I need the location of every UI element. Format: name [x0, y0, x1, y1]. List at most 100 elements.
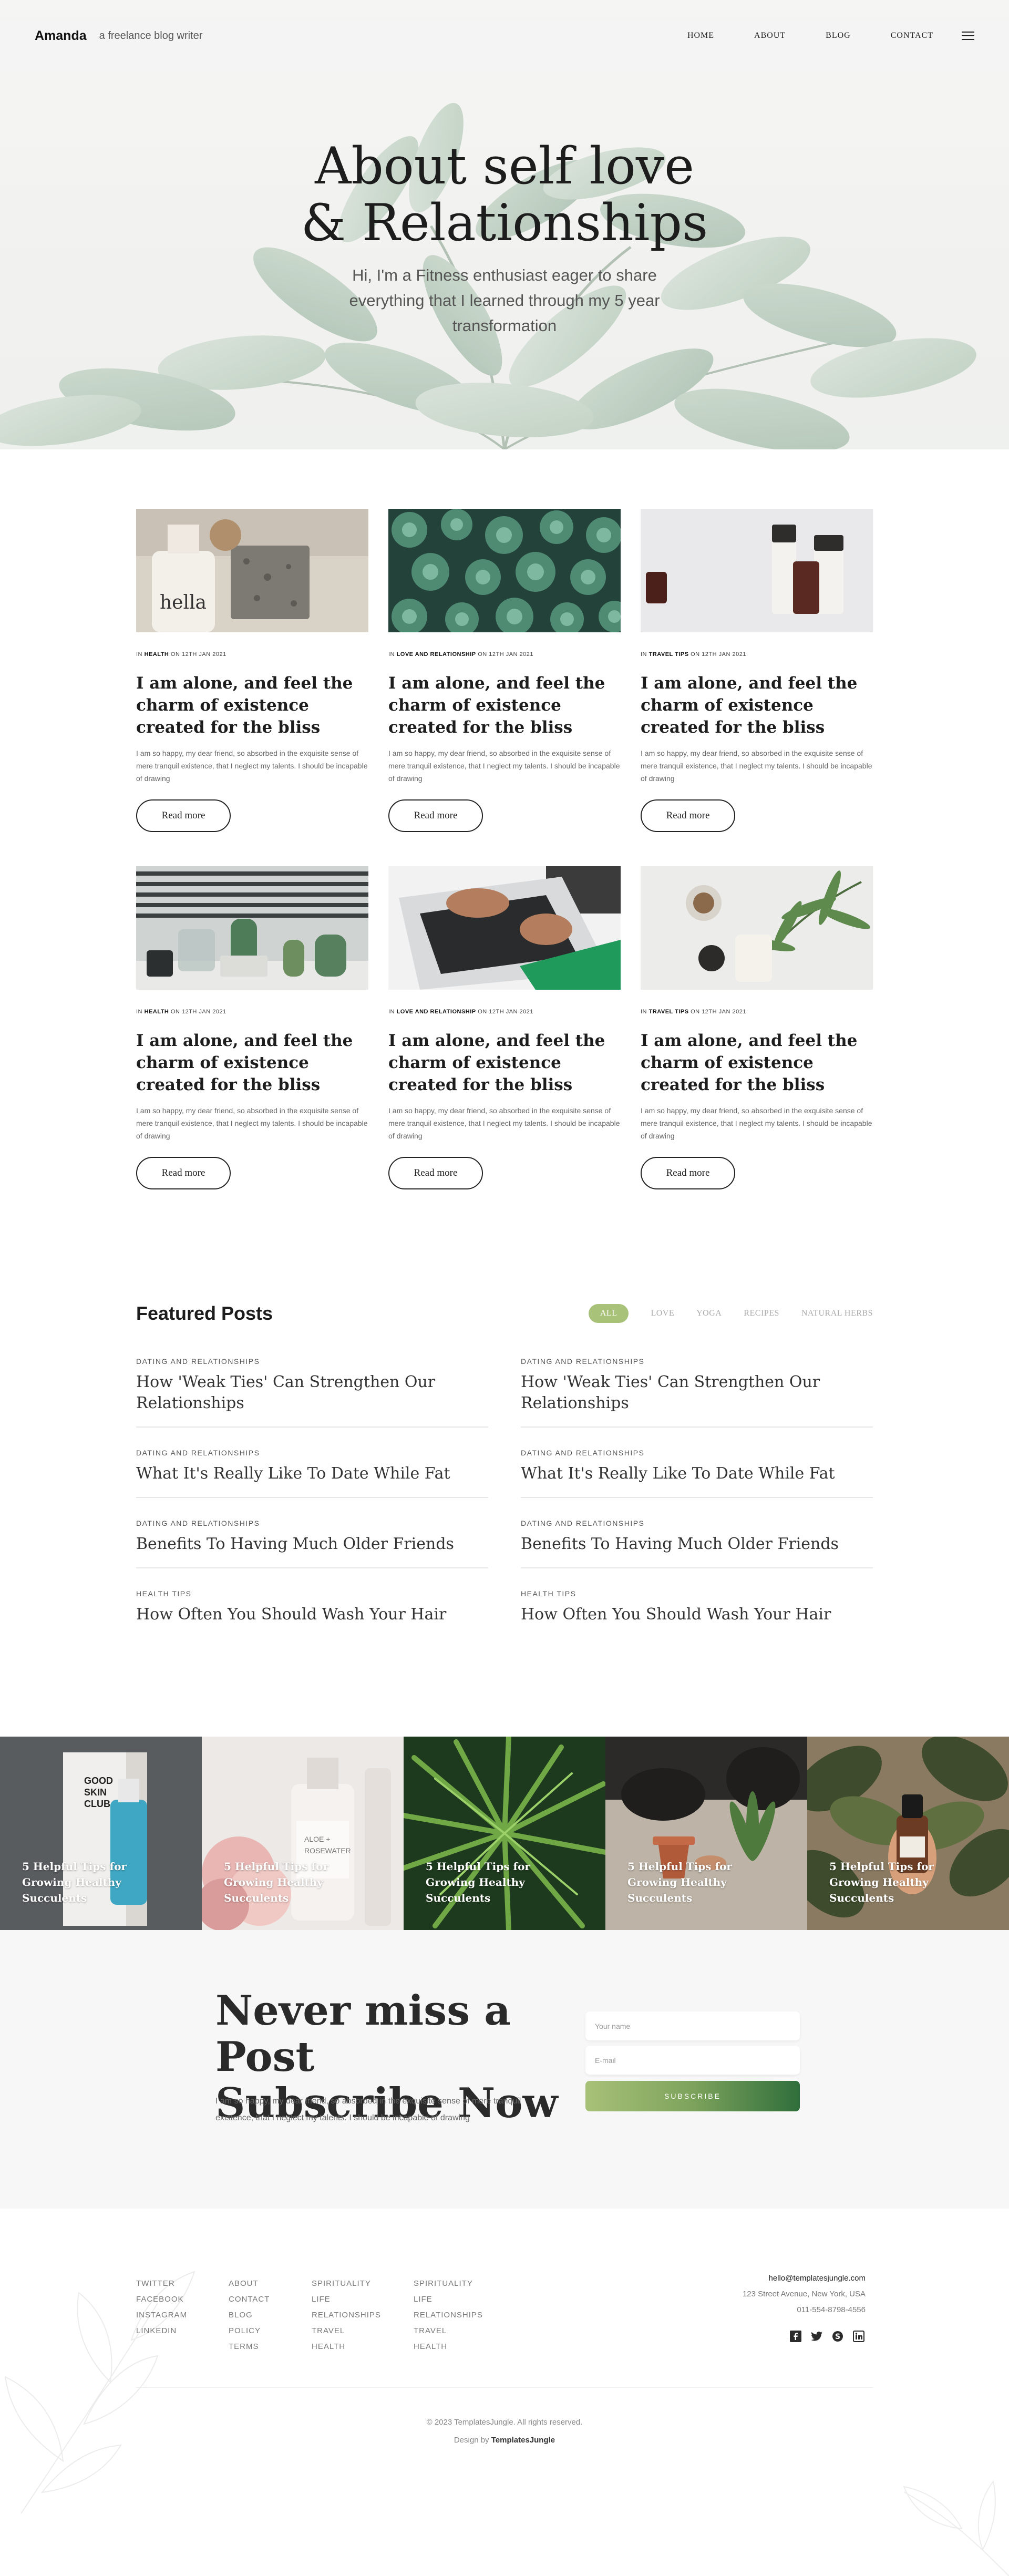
filter-tab-all[interactable]: ALL [588, 1304, 629, 1323]
footer-link-travel[interactable]: TRAVEL [414, 2323, 516, 2339]
brand-logo[interactable]: Amanda [35, 28, 87, 44]
post-category-link[interactable]: TRAVEL TIPS [649, 651, 689, 658]
featured-category[interactable]: DATING AND RELATIONSHIPS [521, 1357, 873, 1366]
post-category-link[interactable]: LOVE AND RELATIONSHIP [397, 651, 476, 658]
email-input[interactable] [585, 2046, 800, 2075]
read-more-button[interactable]: Read more [136, 1157, 231, 1189]
featured-category[interactable]: DATING AND RELATIONSHIPS [521, 1519, 873, 1527]
post-image[interactable] [641, 866, 873, 990]
read-more-button[interactable]: Read more [388, 799, 483, 832]
read-more-button[interactable]: Read more [641, 1157, 735, 1189]
featured-category[interactable]: DATING AND RELATIONSHIPS [136, 1519, 488, 1527]
footer-link-travel[interactable]: TRAVEL [312, 2323, 414, 2339]
gallery-tile[interactable]: ALOE + ROSEWATER 5 Helpful Tips for Grow… [202, 1737, 404, 1930]
read-more-button[interactable]: Read more [136, 799, 231, 832]
post-title[interactable]: I am alone, and feel the charm of existe… [388, 1030, 621, 1096]
footer-link-life[interactable]: LIFE [312, 2292, 414, 2307]
skincare-bottles-photo-icon [641, 509, 873, 632]
svg-text:SKIN: SKIN [84, 1787, 107, 1798]
gallery-caption[interactable]: 5 Helpful Tips for Growing Healthy Succu… [224, 1859, 382, 1906]
post-category-link[interactable]: TRAVEL TIPS [649, 1009, 689, 1015]
gallery-caption[interactable]: 5 Helpful Tips for Growing Healthy Succu… [22, 1859, 180, 1906]
footer-link-twitter[interactable]: TWITTER [136, 2276, 229, 2292]
nav-blog-link[interactable]: BLOG [826, 31, 851, 40]
post-card: IN TRAVEL TIPS ON 12TH JAN 2021 I am alo… [641, 866, 873, 1189]
contact-phone[interactable]: 011-554-8798-4556 [743, 2302, 866, 2318]
post-title[interactable]: I am alone, and feel the charm of existe… [136, 1030, 368, 1096]
read-more-button[interactable]: Read more [641, 799, 735, 832]
filter-tab-natural-herbs[interactable]: NATURAL HERBS [801, 1309, 873, 1318]
footer-link-facebook[interactable]: FACEBOOK [136, 2292, 229, 2307]
featured-link[interactable]: Benefits To Having Much Older Friends [521, 1534, 873, 1555]
post-title[interactable]: I am alone, and feel the charm of existe… [388, 672, 621, 738]
hamburger-menu-icon[interactable] [962, 32, 974, 40]
gallery-tile[interactable]: 5 Helpful Tips for Growing Healthy Succu… [404, 1737, 605, 1930]
footer-link-relationships[interactable]: RELATIONSHIPS [312, 2307, 414, 2323]
footer-link-spirituality[interactable]: SPIRITUALITY [414, 2276, 516, 2292]
name-input[interactable] [585, 2011, 800, 2040]
contact-address: 123 Street Avenue, New York, USA [742, 2290, 866, 2298]
footer-link-spirituality[interactable]: SPIRITUALITY [312, 2276, 414, 2292]
gallery-caption[interactable]: 5 Helpful Tips for Growing Healthy Succu… [426, 1859, 583, 1906]
design-credit-link[interactable]: TemplatesJungle [491, 2436, 555, 2445]
featured-category[interactable]: DATING AND RELATIONSHIPS [136, 1449, 488, 1457]
featured-category[interactable]: DATING AND RELATIONSHIPS [521, 1449, 873, 1457]
post-category-link[interactable]: HEALTH [145, 651, 169, 658]
skype-icon[interactable]: S [831, 2329, 845, 2343]
post-category-link[interactable]: HEALTH [145, 1009, 169, 1015]
gallery-tile[interactable]: 5 Helpful Tips for Growing Healthy Succu… [605, 1737, 807, 1930]
footer-link-contact[interactable]: CONTACT [229, 2292, 312, 2307]
featured-link[interactable]: How 'Weak Ties' Can Strengthen Our Relat… [136, 1372, 488, 1414]
footer-link-instagram[interactable]: INSTAGRAM [136, 2307, 229, 2323]
post-title[interactable]: I am alone, and feel the charm of existe… [641, 1030, 873, 1096]
facebook-icon[interactable] [789, 2329, 802, 2343]
svg-text:CLUB: CLUB [84, 1799, 110, 1809]
hero-title-line-1: About self love [315, 137, 694, 196]
linkedin-icon[interactable] [852, 2329, 866, 2343]
post-image[interactable] [388, 866, 621, 990]
post-image[interactable] [641, 509, 873, 632]
footer-link-policy[interactable]: POLICY [229, 2323, 312, 2339]
filter-tab-love[interactable]: LOVE [651, 1309, 674, 1318]
featured-link[interactable]: What It's Really Like To Date While Fat [136, 1463, 488, 1484]
featured-link[interactable]: Benefits To Having Much Older Friends [136, 1534, 488, 1555]
footer-link-blog[interactable]: BLOG [229, 2307, 312, 2323]
filter-tab-recipes[interactable]: RECIPES [744, 1309, 779, 1318]
contact-email[interactable]: hello@templatesjungle.com [743, 2271, 866, 2286]
featured-link[interactable]: How Often You Should Wash Your Hair [136, 1604, 488, 1625]
nav-about-link[interactable]: ABOUT [754, 31, 786, 40]
blog-posts-grid: hella IN HEALTH ON 12TH JAN 2021 I am al… [136, 509, 873, 1189]
gallery-caption[interactable]: 5 Helpful Tips for Growing Healthy Succu… [627, 1859, 785, 1906]
featured-link[interactable]: How 'Weak Ties' Can Strengthen Our Relat… [521, 1372, 873, 1414]
footer-link-health[interactable]: HEALTH [414, 2339, 516, 2355]
gallery-caption[interactable]: 5 Helpful Tips for Growing Healthy Succu… [829, 1859, 987, 1906]
footer-contact: hello@templatesjungle.com 123 Street Ave… [743, 2271, 866, 2343]
subscribe-button[interactable]: SUBSCRIBE [585, 2081, 800, 2111]
post-date: ON 12TH JAN 2021 [170, 1009, 226, 1015]
footer-link-health[interactable]: HEALTH [312, 2339, 414, 2355]
footer-link-linkedin[interactable]: LINKEDIN [136, 2323, 229, 2339]
footer-link-relationships[interactable]: RELATIONSHIPS [414, 2307, 516, 2323]
featured-link[interactable]: What It's Really Like To Date While Fat [521, 1463, 873, 1484]
filter-tab-yoga[interactable]: YOGA [696, 1309, 722, 1318]
nav-home-link[interactable]: HOME [687, 31, 714, 40]
read-more-button[interactable]: Read more [388, 1157, 483, 1189]
featured-category[interactable]: DATING AND RELATIONSHIPS [136, 1357, 488, 1366]
post-title[interactable]: I am alone, and feel the charm of existe… [641, 672, 873, 738]
footer-link-terms[interactable]: TERMS [229, 2339, 312, 2355]
featured-link[interactable]: How Often You Should Wash Your Hair [521, 1604, 873, 1625]
post-image[interactable] [136, 866, 368, 990]
gallery-tile[interactable]: 5 Helpful Tips for Growing Healthy Succu… [807, 1737, 1009, 1930]
footer-link-about[interactable]: ABOUT [229, 2276, 312, 2292]
featured-category[interactable]: HEALTH TIPS [521, 1589, 873, 1598]
nav-contact-link[interactable]: CONTACT [891, 31, 933, 40]
featured-category[interactable]: HEALTH TIPS [136, 1589, 488, 1598]
post-image[interactable]: hella [136, 509, 368, 632]
footer-link-life[interactable]: LIFE [414, 2292, 516, 2307]
twitter-icon[interactable] [810, 2329, 823, 2343]
hero-title-line-2: & Relationships [301, 193, 708, 252]
post-title[interactable]: I am alone, and feel the charm of existe… [136, 672, 368, 738]
gallery-tile[interactable]: GOOD SKIN CLUB 5 Helpful Tips for Growin… [0, 1737, 202, 1930]
post-category-link[interactable]: LOVE AND RELATIONSHIP [397, 1009, 476, 1015]
post-image[interactable] [388, 509, 621, 632]
